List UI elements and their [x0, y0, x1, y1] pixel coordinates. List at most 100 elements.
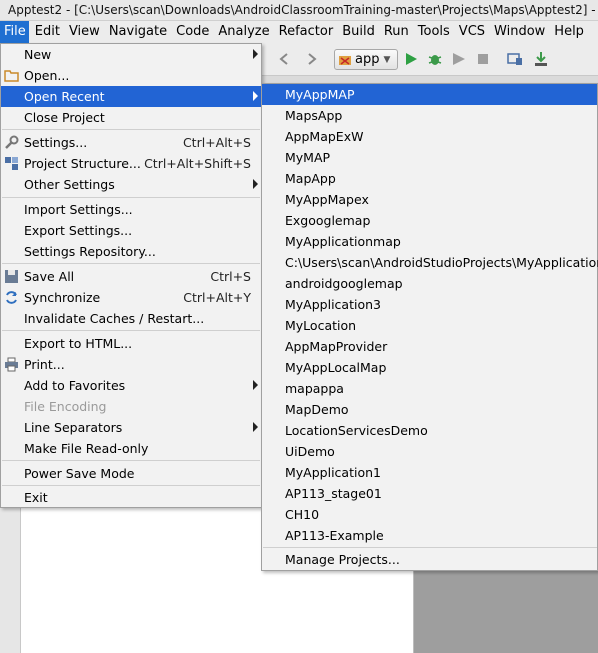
open-recent-submenu: MyAppMAP MapsApp AppMapExW MyMAP MapApp …	[261, 83, 598, 571]
menu-item-line-separators[interactable]: Line Separators	[1, 417, 261, 438]
recent-project-item[interactable]: UiDemo	[262, 441, 597, 462]
shortcut-label: Ctrl+S	[210, 269, 251, 284]
menu-item-settings-repository[interactable]: Settings Repository...	[1, 241, 261, 262]
menu-item-label: Print...	[24, 357, 65, 372]
menu-code[interactable]: Code	[173, 21, 212, 43]
menu-edit[interactable]: Edit	[32, 21, 63, 43]
menu-navigate[interactable]: Navigate	[106, 21, 170, 43]
menu-item-other-settings[interactable]: Other Settings	[1, 174, 261, 195]
menu-window[interactable]: Window	[491, 21, 548, 43]
menu-tools[interactable]: Tools	[415, 21, 453, 43]
menu-item-print[interactable]: Print...	[1, 354, 261, 375]
menu-vcs[interactable]: VCS	[456, 21, 488, 43]
manage-projects-item[interactable]: Manage Projects...	[262, 549, 597, 570]
recent-project-item[interactable]: MyAppMapex	[262, 189, 597, 210]
menu-item-save-all[interactable]: Save All Ctrl+S	[1, 266, 261, 287]
recent-project-item[interactable]: AppMapExW	[262, 126, 597, 147]
project-structure-icon	[5, 157, 18, 170]
device-manager-icon[interactable]	[506, 50, 524, 68]
recent-project-item[interactable]: mapappa	[262, 378, 597, 399]
menu-item-label: Other Settings	[24, 177, 115, 192]
menu-run[interactable]: Run	[381, 21, 412, 43]
menu-item-settings[interactable]: Settings... Ctrl+Alt+S	[1, 132, 261, 153]
separator	[2, 263, 260, 264]
separator	[2, 197, 260, 198]
attach-debugger-icon[interactable]	[450, 50, 468, 68]
menu-item-project-structure[interactable]: Project Structure... Ctrl+Alt+Shift+S	[1, 153, 261, 174]
wrench-icon	[5, 135, 19, 149]
recent-project-item[interactable]: CH10	[262, 504, 597, 525]
recent-project-item[interactable]: AP113_stage01	[262, 483, 597, 504]
menu-item-invalidate-caches[interactable]: Invalidate Caches / Restart...	[1, 308, 261, 329]
recent-project-item[interactable]: C:\Users\scan\AndroidStudioProjects\MyAp…	[262, 252, 598, 273]
menu-item-label: Invalidate Caches / Restart...	[24, 311, 205, 326]
recent-project-item[interactable]: MyMAP	[262, 147, 597, 168]
recent-project-item[interactable]: MyAppMAP	[262, 84, 597, 105]
chevron-down-icon: ▼	[383, 54, 391, 65]
menu-item-label: Export to HTML...	[24, 336, 133, 351]
menu-item-label: Open...	[24, 68, 70, 83]
separator	[2, 129, 260, 130]
menu-item-power-save[interactable]: Power Save Mode	[1, 463, 261, 484]
menu-refactor[interactable]: Refactor	[276, 21, 337, 43]
forward-arrow-icon[interactable]	[302, 50, 320, 68]
menu-item-open-recent[interactable]: Open Recent	[1, 86, 261, 107]
shortcut-label: Ctrl+Alt+Shift+S	[144, 156, 251, 171]
sync-icon	[6, 291, 17, 304]
recent-project-item[interactable]: LocationServicesDemo	[262, 420, 597, 441]
submenu-arrow-icon	[253, 49, 258, 59]
menu-item-add-favorites[interactable]: Add to Favorites	[1, 375, 261, 396]
menu-item-label: Project Structure...	[24, 156, 141, 171]
debug-icon[interactable]	[426, 50, 444, 68]
recent-project-item[interactable]: MyApplicationmap	[262, 231, 597, 252]
recent-project-item[interactable]: MapsApp	[262, 105, 597, 126]
menu-view[interactable]: View	[66, 21, 103, 43]
recent-project-item[interactable]: MapDemo	[262, 399, 597, 420]
menu-item-label: Line Separators	[24, 420, 123, 435]
printer-icon	[5, 357, 18, 372]
shortcut-label: Ctrl+Alt+S	[182, 135, 251, 150]
back-arrow-icon[interactable]	[276, 50, 294, 68]
menu-item-synchronize[interactable]: Synchronize Ctrl+Alt+Y	[1, 287, 261, 308]
menu-item-label: Settings Repository...	[24, 244, 156, 259]
menu-item-label: Exit	[24, 490, 48, 505]
menu-item-make-readonly[interactable]: Make File Read-only	[1, 438, 261, 459]
menu-build[interactable]: Build	[339, 21, 378, 43]
empty-editor-area	[414, 571, 598, 653]
stop-icon[interactable]	[474, 50, 492, 68]
menu-item-label: Synchronize	[24, 290, 101, 305]
menu-item-label: Import Settings...	[24, 202, 133, 217]
run-icon[interactable]	[402, 50, 420, 68]
menu-item-new[interactable]: New	[1, 44, 261, 65]
recent-project-item[interactable]: AP113-Example	[262, 525, 597, 546]
menu-item-label: Power Save Mode	[24, 466, 135, 481]
separator	[2, 330, 260, 331]
recent-project-item[interactable]: Exgooglemap	[262, 210, 597, 231]
menu-file[interactable]: File	[0, 21, 29, 43]
menu-help[interactable]: Help	[551, 21, 587, 43]
recent-project-item[interactable]: MapApp	[262, 168, 597, 189]
sdk-manager-icon[interactable]	[532, 50, 550, 68]
recent-project-item[interactable]: AppMapProvider	[262, 336, 597, 357]
android-module-icon	[339, 55, 351, 65]
run-config-select[interactable]: app ▼	[334, 49, 398, 70]
menu-item-close-project[interactable]: Close Project	[1, 107, 261, 128]
recent-project-item[interactable]: MyLocation	[262, 315, 597, 336]
menu-item-export-html[interactable]: Export to HTML...	[1, 333, 261, 354]
menu-item-import-settings[interactable]: Import Settings...	[1, 199, 261, 220]
menu-item-label: New	[24, 47, 52, 62]
recent-project-item[interactable]: MyApplication3	[262, 294, 597, 315]
menu-item-file-encoding: File Encoding	[1, 396, 261, 417]
menu-item-exit[interactable]: Exit	[1, 487, 261, 508]
menu-item-export-settings[interactable]: Export Settings...	[1, 220, 261, 241]
recent-project-item[interactable]: androidgooglemap	[262, 273, 597, 294]
submenu-arrow-icon	[253, 179, 258, 189]
menu-item-open[interactable]: Open...	[1, 65, 261, 86]
recent-project-item[interactable]: MyApplication1	[262, 462, 597, 483]
folder-icon	[4, 70, 19, 82]
menu-bar: File Edit View Navigate Code Analyze Ref…	[0, 21, 598, 43]
menu-item-label: Export Settings...	[24, 223, 133, 238]
menu-analyze[interactable]: Analyze	[215, 21, 272, 43]
recent-project-item[interactable]: MyAppLocalMap	[262, 357, 597, 378]
toolbar: app ▼	[262, 43, 598, 76]
